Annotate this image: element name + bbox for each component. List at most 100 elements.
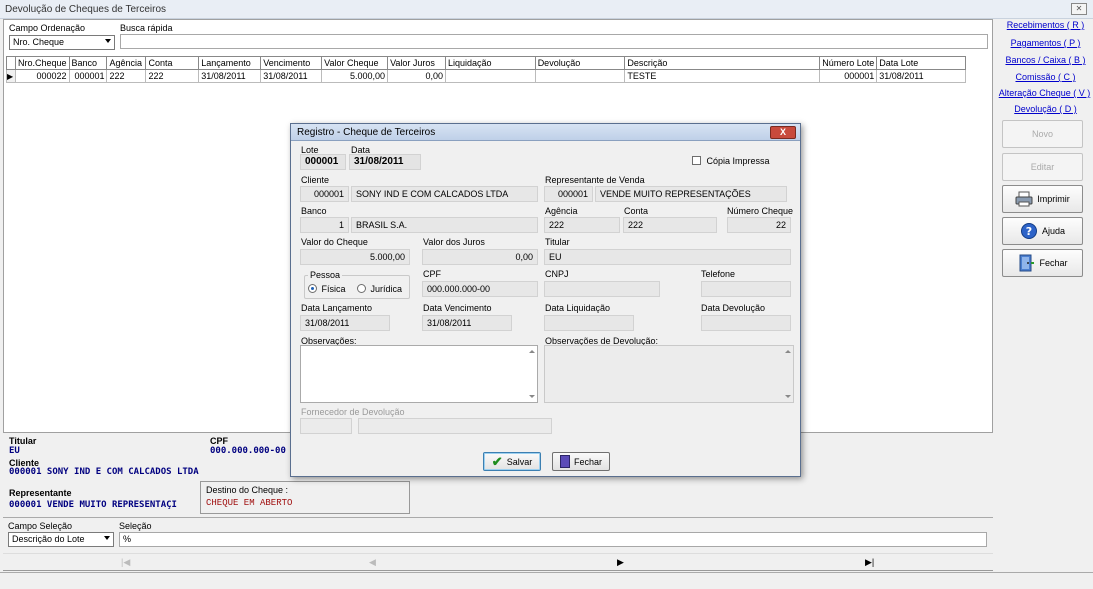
cpf-field: 000.000.000-00 xyxy=(422,281,538,297)
column-header[interactable]: Agência xyxy=(106,56,147,70)
imprimir-button[interactable]: Imprimir xyxy=(1002,185,1083,213)
cliente-label: Cliente xyxy=(301,175,330,185)
imprimir-button-label: Imprimir xyxy=(1037,194,1070,204)
busca-label: Busca rápida xyxy=(120,23,173,33)
link-alteracao-cheque[interactable]: Alteração Cheque ( V ) xyxy=(996,88,1093,98)
ajuda-button[interactable]: ? Ajuda xyxy=(1002,217,1083,245)
novo-button[interactable]: Novo xyxy=(1002,120,1083,148)
selecao-input[interactable]: % xyxy=(119,532,987,547)
status-bar xyxy=(0,572,1093,589)
svg-text:?: ? xyxy=(1026,225,1032,238)
dialog-fechar-button[interactable]: Fechar xyxy=(552,452,610,471)
table-cell[interactable]: 222 xyxy=(145,69,200,83)
valor-juros-label: Valor dos Juros xyxy=(423,237,485,247)
table-row[interactable]: ▶ 000022 000001 222 222 31/08/2011 31/08… xyxy=(6,69,966,83)
radio-unselected xyxy=(357,284,366,294)
table-cell[interactable]: 31/08/2011 xyxy=(876,69,966,83)
column-header[interactable]: Número Lote xyxy=(819,56,878,70)
fechar-button[interactable]: Fechar xyxy=(1002,249,1083,277)
campo-selecao-select[interactable]: Descrição do Lote xyxy=(8,532,114,547)
chevron-down-icon xyxy=(105,39,111,43)
campo-selecao-label: Campo Seleção xyxy=(8,521,73,531)
numero-cheque-field: 22 xyxy=(727,217,791,233)
data-lancamento-field: 31/08/2011 xyxy=(300,315,390,331)
pessoa-label: Pessoa xyxy=(308,270,343,280)
table-cell[interactable]: 5.000,00 xyxy=(321,69,389,83)
ordenacao-select[interactable]: Nro. Cheque xyxy=(9,35,115,50)
table-cell[interactable]: 31/08/2011 xyxy=(198,69,262,83)
observacoes-devolucao-textarea[interactable] xyxy=(544,345,794,403)
table-cell[interactable]: 31/08/2011 xyxy=(260,69,323,83)
nav-first-button[interactable]: |◀ xyxy=(121,557,130,568)
salvar-button[interactable]: ✔ Salvar xyxy=(483,452,541,471)
nav-next-button[interactable]: ▶ xyxy=(617,557,624,568)
juridica-label: Jurídica xyxy=(370,283,403,294)
table-cell[interactable]: 000001 xyxy=(68,69,108,83)
column-header[interactable]: Liquidação xyxy=(445,56,536,70)
busca-input[interactable] xyxy=(120,34,988,49)
agencia-field: 222 xyxy=(544,217,620,233)
record-navigator: |◀ ◀ ▶ ▶| xyxy=(3,553,993,571)
cliente-value: 000001 SONY IND E COM CALCADOS LTDA xyxy=(9,467,199,477)
column-header[interactable]: Banco xyxy=(68,56,108,70)
banco-label: Banco xyxy=(301,206,327,216)
table-cell[interactable]: TESTE xyxy=(624,69,821,83)
link-pagamentos[interactable]: Pagamentos ( P ) xyxy=(998,38,1093,48)
scroll-up-icon xyxy=(785,350,791,353)
dialog-titlebar: Registro - Cheque de Terceiros X xyxy=(291,124,800,141)
copia-impressa-label: Cópia Impressa xyxy=(706,155,770,166)
column-header[interactable]: Devolução xyxy=(534,56,626,70)
fechar-button-label: Fechar xyxy=(1039,258,1068,268)
exit-door-icon xyxy=(559,455,570,468)
row-indicator-header xyxy=(6,56,16,70)
nav-last-button[interactable]: ▶| xyxy=(865,557,874,568)
column-header[interactable]: Descrição xyxy=(624,56,821,70)
observacoes-devolucao-scrollbar[interactable] xyxy=(782,346,793,402)
cpf-label: CPF xyxy=(423,269,441,279)
scroll-down-icon xyxy=(529,395,535,398)
conta-label: Conta xyxy=(624,206,649,216)
observacoes-scrollbar[interactable] xyxy=(526,346,537,402)
valor-cheque-label: Valor do Cheque xyxy=(301,237,368,247)
link-recebimentos[interactable]: Recebimentos ( R ) xyxy=(998,20,1093,30)
column-header[interactable]: Conta xyxy=(145,56,200,70)
data-field: 31/08/2011 xyxy=(349,154,421,170)
data-lancamento-label: Data Lançamento xyxy=(301,303,373,313)
data-liquidacao-label: Data Liquidação xyxy=(545,303,611,313)
column-header[interactable]: Vencimento xyxy=(260,56,323,70)
agencia-label: Agência xyxy=(545,206,578,216)
window-close-button[interactable]: ✕ xyxy=(1071,3,1087,15)
data-vencimento-field: 31/08/2011 xyxy=(422,315,512,331)
column-header[interactable]: Lançamento xyxy=(198,56,262,70)
window-titlebar: Devolução de Cheques de Terceiros ✕ xyxy=(0,0,1093,19)
editar-button[interactable]: Editar xyxy=(1002,153,1083,181)
table-cell[interactable]: 000022 xyxy=(14,69,70,83)
copia-impressa-checkbox[interactable]: Cópia Impressa xyxy=(692,155,770,166)
link-comissao[interactable]: Comissão ( C ) xyxy=(998,72,1093,82)
campo-selecao-value: Descrição do Lote xyxy=(12,534,85,544)
column-header[interactable]: Valor Juros xyxy=(387,56,447,70)
link-bancos-caixa[interactable]: Bancos / Caixa ( B ) xyxy=(998,55,1093,65)
column-header[interactable]: Data Lote xyxy=(876,56,966,70)
destino-value: CHEQUE EM ABERTO xyxy=(206,498,293,508)
titular-field: EU xyxy=(544,249,791,265)
table-cell[interactable] xyxy=(445,69,536,83)
table-cell[interactable]: 0,00 xyxy=(387,69,447,83)
observacoes-textarea[interactable] xyxy=(300,345,538,403)
scroll-down-icon xyxy=(785,395,791,398)
pessoa-juridica-radio[interactable]: Jurídica xyxy=(357,283,402,294)
nav-prev-button[interactable]: ◀ xyxy=(369,557,376,568)
column-header[interactable]: Valor Cheque xyxy=(321,56,389,70)
right-sidebar: Recebimentos ( R ) Pagamentos ( P ) Banc… xyxy=(996,19,1093,279)
table-cell[interactable]: 222 xyxy=(106,69,147,83)
dialog-close-button[interactable]: X xyxy=(770,126,796,139)
table-cell[interactable] xyxy=(534,69,626,83)
pessoa-fisica-radio[interactable]: Física xyxy=(308,283,346,294)
table-cell[interactable]: 000001 xyxy=(819,69,878,83)
link-devolucao[interactable]: Devolução ( D ) xyxy=(998,104,1093,114)
fornecedor-code-field xyxy=(300,418,352,434)
banco-code-field: 1 xyxy=(300,217,349,233)
column-header[interactable]: Nro.Cheque xyxy=(14,56,70,70)
destino-label: Destino do Cheque : xyxy=(206,485,289,495)
data-devolucao-field xyxy=(701,315,791,331)
